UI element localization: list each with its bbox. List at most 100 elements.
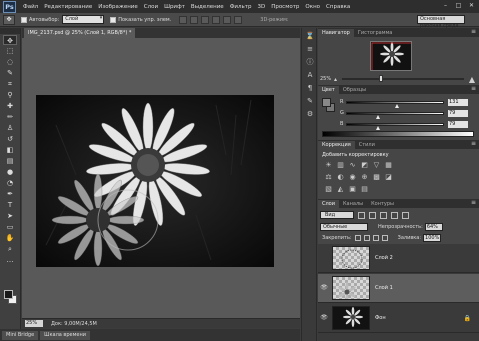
layer-name[interactable]: Слой 1	[375, 285, 393, 291]
panel-menu-icon[interactable]: ≡	[471, 85, 476, 93]
zoom-tool-icon[interactable]: ⌕	[3, 244, 17, 254]
more-tools-icon[interactable]: …	[3, 255, 17, 265]
history-brush-tool-icon[interactable]: ↺	[3, 134, 17, 144]
color-lookup-icon[interactable]: ▩	[372, 173, 381, 182]
move-tool-icon[interactable]: ✥	[3, 35, 17, 45]
eraser-tool-icon[interactable]: ◧	[3, 145, 17, 155]
panel-menu-icon[interactable]: ≡	[471, 140, 476, 148]
filter-type-icon[interactable]	[380, 211, 387, 219]
navigator-thumbnail[interactable]	[370, 41, 412, 71]
threshold-icon[interactable]: ◭	[336, 185, 345, 194]
layer-row-active[interactable]: 👁 Слой 1	[318, 274, 479, 303]
layer-name[interactable]: Фон	[375, 315, 386, 321]
channel-b-knob[interactable]	[375, 125, 380, 130]
tab-channels[interactable]: Каналы	[339, 200, 367, 208]
panel-menu-icon[interactable]: ≡	[471, 28, 476, 36]
zoom-in-icon[interactable]: ▲	[469, 75, 475, 84]
menu-window[interactable]: Окно	[302, 4, 323, 10]
color-spectrum-bar[interactable]	[322, 131, 474, 137]
hue-saturation-icon[interactable]: ▦	[384, 161, 393, 170]
menu-type[interactable]: Шрифт	[161, 4, 188, 10]
blend-mode-dropdown[interactable]: Обычные	[320, 222, 368, 231]
black-white-icon[interactable]: ◐	[336, 173, 345, 182]
dodge-tool-icon[interactable]: ◔	[3, 178, 17, 188]
autoselect-dropdown[interactable]: Слой	[62, 15, 105, 24]
vibrance-icon[interactable]: ▽	[372, 161, 381, 170]
marquee-tool-icon[interactable]: ⬚	[3, 46, 17, 56]
tab-color[interactable]: Цвет	[318, 86, 339, 94]
lasso-tool-icon[interactable]: ◌	[3, 57, 17, 67]
color-balance-icon[interactable]: ⚖	[324, 173, 333, 182]
tab-paths[interactable]: Контуры	[367, 200, 398, 208]
photo-filter-icon[interactable]: ◉	[348, 173, 357, 182]
channel-g-slider[interactable]	[346, 111, 444, 119]
align-middle-icon[interactable]	[190, 15, 199, 24]
exposure-icon[interactable]: ◩	[360, 161, 369, 170]
eyedropper-tool-icon[interactable]: ⚲	[3, 90, 17, 100]
tab-mini-bridge[interactable]: Mini Bridge	[2, 330, 39, 340]
filter-pixel-icon[interactable]	[358, 211, 365, 219]
document-tab[interactable]: IMG_2137.psd @ 25% (Слой 1, RGB/8*) *	[24, 28, 136, 38]
navigator-zoom-knob[interactable]	[378, 75, 383, 82]
paragraph-panel-icon[interactable]: ¶	[305, 84, 315, 93]
menu-view[interactable]: Просмотр	[268, 4, 302, 10]
channel-g-value[interactable]: 79	[448, 109, 468, 117]
layer-row[interactable]: Слой 2	[318, 244, 479, 273]
tab-layers[interactable]: Слои	[318, 200, 339, 208]
channel-g-knob[interactable]	[375, 114, 380, 119]
layer-kind-dropdown[interactable]: Вид	[320, 211, 354, 219]
channel-r-slider[interactable]	[346, 100, 444, 108]
properties-panel-icon[interactable]: ≡	[305, 45, 315, 54]
navigator-zoom-value[interactable]: 25%	[320, 76, 334, 82]
history-panel-icon[interactable]: ⌛	[305, 32, 315, 41]
invert-icon[interactable]: ◪	[384, 173, 393, 182]
posterize-icon[interactable]: ▧	[324, 185, 333, 194]
eye-icon[interactable]: 👁	[319, 283, 329, 293]
canvas-area[interactable]	[22, 38, 300, 318]
path-select-tool-icon[interactable]: ➤	[3, 211, 17, 221]
menu-layers[interactable]: Слои	[141, 4, 161, 10]
zoom-level-field[interactable]: 25%	[25, 320, 43, 327]
gradient-map-icon[interactable]: ▤	[360, 185, 369, 194]
tab-adjustments[interactable]: Коррекция	[318, 141, 355, 149]
autoselect-checkbox[interactable]	[21, 16, 27, 23]
align-center-icon[interactable]	[223, 15, 232, 24]
zoom-out-icon[interactable]: ▴	[334, 76, 337, 83]
channel-r-value[interactable]: 131	[448, 98, 468, 106]
info-panel-icon[interactable]: ⓘ	[305, 58, 315, 67]
opacity-field[interactable]: 64%	[424, 222, 443, 231]
crop-tool-icon[interactable]: ⌗	[3, 79, 17, 89]
navigator-zoom-slider[interactable]	[342, 75, 464, 82]
tab-timeline[interactable]: Шкала времени	[40, 330, 90, 340]
panel-menu-icon[interactable]: ≡	[471, 199, 476, 207]
shape-tool-icon[interactable]: ▭	[3, 222, 17, 232]
curves-icon[interactable]: ∿	[348, 161, 357, 170]
show-transform-checkbox[interactable]	[110, 16, 117, 23]
document-size-info[interactable]: Док: 9,00M/24,5M	[51, 321, 97, 327]
pen-tool-icon[interactable]: ✒	[3, 189, 17, 199]
quick-select-tool-icon[interactable]: ✎	[3, 68, 17, 78]
levels-icon[interactable]: ▥	[336, 161, 345, 170]
channel-b-value[interactable]: 79	[448, 120, 468, 128]
filter-smart-object-icon[interactable]	[402, 211, 409, 219]
filter-shape-icon[interactable]	[391, 211, 398, 219]
foreground-color-swatch[interactable]	[4, 290, 13, 299]
lock-position-icon[interactable]	[372, 234, 379, 241]
menu-help[interactable]: Справка	[323, 4, 353, 10]
channel-mixer-icon[interactable]: ⊕	[360, 173, 369, 182]
brush-panel-icon[interactable]: ✎	[305, 97, 315, 106]
align-right-icon[interactable]	[234, 15, 243, 24]
align-left-icon[interactable]	[212, 15, 221, 24]
lock-transparency-icon[interactable]	[354, 234, 361, 241]
eye-icon[interactable]: 👁	[319, 313, 329, 323]
tab-swatches[interactable]: Образцы	[339, 86, 370, 94]
fill-field[interactable]: 100%	[423, 233, 442, 242]
lock-all-icon[interactable]	[381, 234, 388, 241]
maximize-button[interactable]: □	[453, 1, 464, 10]
menu-filter[interactable]: Фильтр	[227, 4, 255, 10]
layer-name[interactable]: Слой 2	[375, 255, 393, 261]
gradient-tool-icon[interactable]: ▤	[3, 156, 17, 166]
menu-image[interactable]: Изображение	[95, 4, 141, 10]
visibility-toggle-empty[interactable]	[319, 253, 329, 263]
menu-file[interactable]: Файл	[20, 4, 41, 10]
